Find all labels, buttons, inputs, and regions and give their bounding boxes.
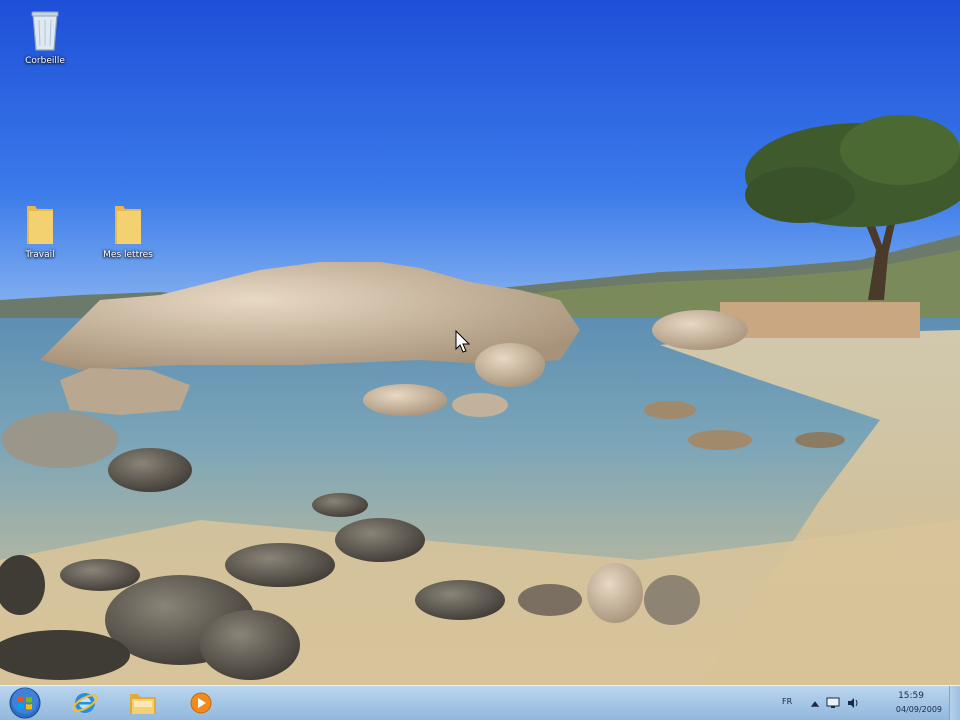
mouse-cursor-icon: [455, 330, 471, 353]
system-tray: FR 15:59 04/09/2009: [770, 686, 960, 720]
internet-explorer-icon: [72, 693, 98, 713]
taskbar: FR 15:59 04/09/2009: [0, 685, 960, 720]
desktop[interactable]: Corbeille Travail Mes lettres FR 15:59 0…: [0, 0, 960, 720]
taskbar-internet-explorer-button[interactable]: [66, 689, 104, 717]
clock-date[interactable]: 04/09/2009: [896, 705, 942, 714]
language-indicator[interactable]: FR: [782, 697, 792, 706]
windows-logo-icon: [9, 687, 41, 719]
recycle-bin-desktop-icon[interactable]: Corbeille: [5, 8, 85, 67]
folder-icon: [27, 206, 53, 244]
mes-lettres-folder-desktop-icon[interactable]: Mes lettres: [88, 202, 168, 261]
recycle-bin-icon: [31, 11, 59, 51]
show-desktop-button[interactable]: [949, 686, 960, 720]
show-hidden-icons-chevron-icon[interactable]: [808, 697, 822, 711]
travail-folder-desktop-icon[interactable]: Travail: [0, 202, 80, 261]
windows-explorer-folder-icon: [130, 694, 156, 714]
media-player-icon: [190, 692, 212, 714]
taskbar-windows-explorer-button[interactable]: [124, 689, 162, 717]
recycle-bin-label: Corbeille: [25, 56, 65, 66]
volume-icon[interactable]: [846, 696, 860, 710]
clock-time[interactable]: 15:59: [898, 691, 924, 701]
network-icon[interactable]: [826, 696, 840, 710]
folder-icon: [115, 206, 141, 244]
travail-folder-label: Travail: [25, 250, 55, 260]
mes-lettres-folder-label: Mes lettres: [103, 250, 153, 260]
taskbar-media-player-button[interactable]: [182, 689, 220, 717]
desktop-wallpaper: [0, 0, 960, 685]
start-button[interactable]: [6, 687, 44, 719]
